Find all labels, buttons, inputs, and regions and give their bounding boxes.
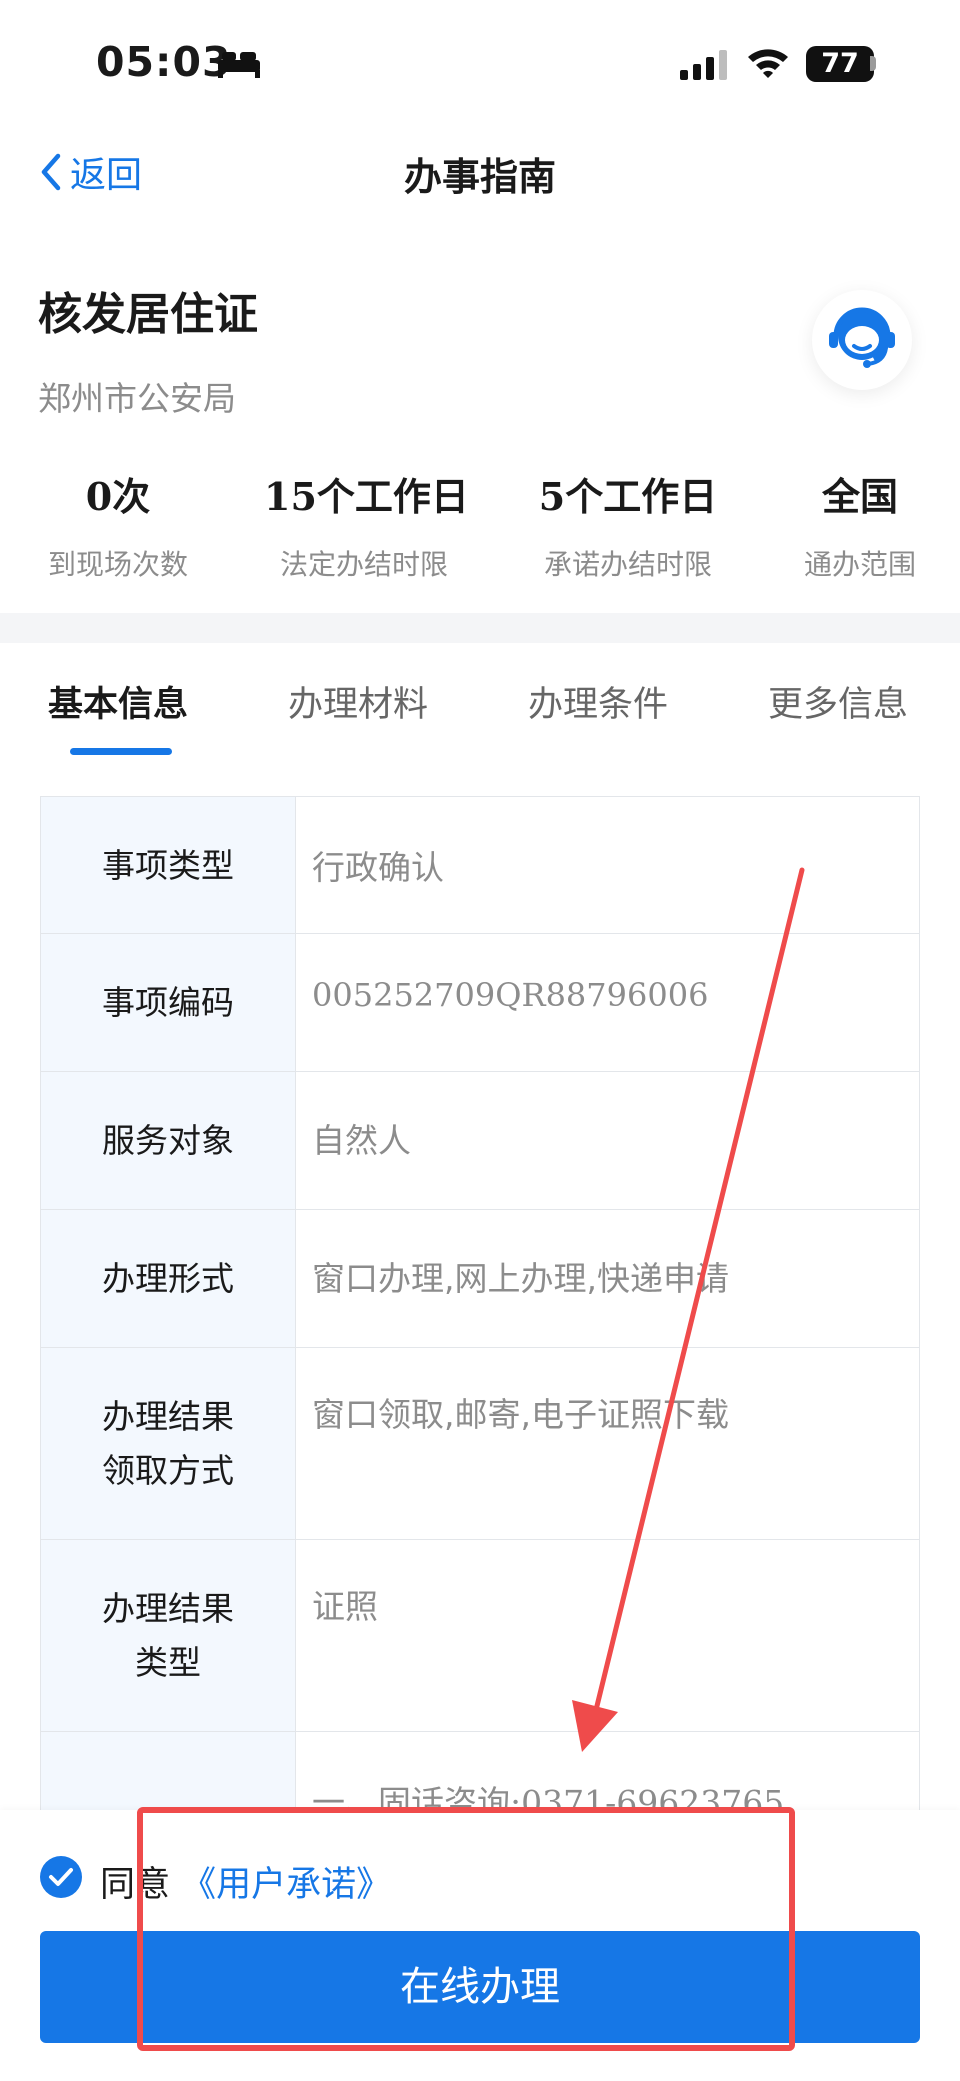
table-row: 事项编码 005252709QR88796006 xyxy=(40,933,920,1072)
table-row: 办理形式 窗口办理,网上办理,快递申请 xyxy=(40,1209,920,1348)
table-key: 办理结果 领取方式 xyxy=(41,1348,296,1540)
table-key: 办理结果 类型 xyxy=(41,1540,296,1732)
table-value: 证照 xyxy=(312,1587,378,1626)
table-row: 事项类型 行政确认 xyxy=(40,796,920,934)
signal-icon xyxy=(680,50,727,80)
table-value: 自然人 xyxy=(312,1121,411,1160)
customer-service-icon xyxy=(829,307,895,368)
tab-active-indicator xyxy=(70,748,172,755)
stat-visits: 0次 到现场次数 xyxy=(38,466,198,583)
agree-text: 同意 《用户承诺》 xyxy=(100,1856,391,1907)
table-value: 005252709QR88796006 xyxy=(312,976,709,1014)
item-department: 郑州市公安局 xyxy=(38,379,236,418)
agree-prefix: 同意 xyxy=(100,1865,171,1905)
back-button[interactable]: 返回 xyxy=(40,146,142,198)
stat-label: 通办范围 xyxy=(803,548,916,581)
section-divider xyxy=(0,613,960,643)
page-title: 办事指南 xyxy=(403,155,556,199)
check-icon xyxy=(49,1868,73,1886)
back-label: 返回 xyxy=(70,155,143,196)
table-key-line: 办理结果 xyxy=(102,1397,234,1436)
table-key: 事项类型 xyxy=(41,797,296,934)
table-key: 事项编码 xyxy=(41,934,296,1072)
stat-label: 到现场次数 xyxy=(47,548,188,581)
battery-cap xyxy=(870,56,876,71)
tab-more-info[interactable]: 更多信息 xyxy=(768,676,908,727)
stat-label: 法定办结时限 xyxy=(279,548,448,581)
stat-value: 0次 xyxy=(85,474,151,519)
table-key: 服务对象 xyxy=(41,1072,296,1210)
table-value: 行政确认 xyxy=(312,848,444,887)
stat-label: 承诺办结时限 xyxy=(543,548,712,581)
table-value: 一、固话咨询:0371-69623765 xyxy=(312,1783,785,1810)
customer-service-button[interactable] xyxy=(812,290,912,390)
table-key-line: 领取方式 xyxy=(102,1451,234,1490)
chevron-left-icon xyxy=(41,153,61,191)
battery-indicator: 77 xyxy=(806,46,874,82)
user-commitment-link[interactable]: 《用户承诺》 xyxy=(181,1865,391,1905)
table-row: 办理结果 类型 证照 xyxy=(40,1539,920,1732)
table-value: 窗口领取,邮寄,电子证照下载 xyxy=(312,1395,729,1434)
stat-promise-time: 5个工作日 承诺办结时限 xyxy=(528,466,728,583)
agree-checkbox[interactable] xyxy=(40,1856,82,1898)
info-table: 事项类型 行政确认 事项编码 005252709QR88796006 服务对象 … xyxy=(40,796,920,1810)
table-value: 窗口办理,网上办理,快递申请 xyxy=(312,1259,729,1298)
stat-value: 15个工作日 xyxy=(264,474,469,519)
table-key: 办理形式 xyxy=(41,1210,296,1348)
stat-legal-time: 15个工作日 法定办结时限 xyxy=(264,466,469,583)
table-row: 服务对象 自然人 xyxy=(40,1071,920,1210)
table-key-line: 办理结果 xyxy=(102,1589,234,1628)
stat-value: 5个工作日 xyxy=(538,474,718,519)
online-apply-button[interactable]: 在线办理 xyxy=(40,1931,920,2043)
tab-materials[interactable]: 办理材料 xyxy=(288,676,428,727)
item-title: 核发居住证 xyxy=(38,289,258,340)
bed-icon xyxy=(218,52,260,78)
stat-scope: 全国 通办范围 xyxy=(790,466,930,583)
status-time: 05:03 xyxy=(96,38,232,86)
wifi-icon xyxy=(748,49,788,78)
table-key-line: 类型 xyxy=(135,1643,201,1682)
tab-basic-info[interactable]: 基本信息 xyxy=(48,676,188,727)
table-key xyxy=(41,1732,296,1810)
table-row: 一、固话咨询:0371-69623765 xyxy=(40,1731,920,1810)
table-row: 办理结果 领取方式 窗口领取,邮寄,电子证照下载 xyxy=(40,1347,920,1540)
stat-value: 全国 xyxy=(821,475,898,519)
tab-conditions[interactable]: 办理条件 xyxy=(528,676,668,727)
